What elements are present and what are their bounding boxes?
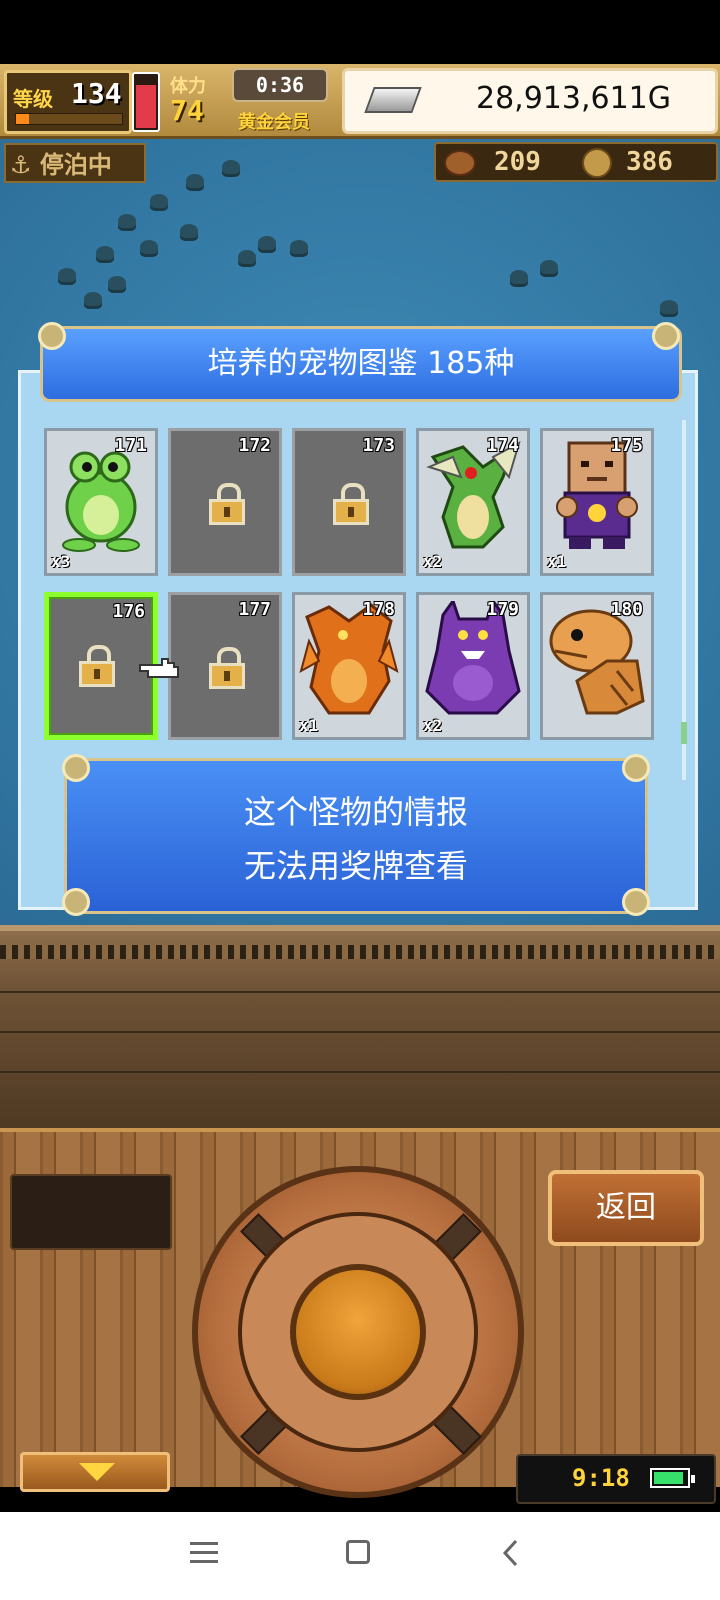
gold-amount: 28,913,611G xyxy=(475,81,671,116)
docked-status: ⚓ 停泊中 xyxy=(4,143,146,183)
pet-count: x2 xyxy=(423,552,443,571)
rock xyxy=(108,276,126,290)
pet-number: 171 xyxy=(114,435,147,456)
dpad-center-button[interactable] xyxy=(290,1264,426,1400)
rock xyxy=(660,300,678,314)
pet-number: 179 xyxy=(486,599,519,620)
rock xyxy=(180,224,198,238)
xp-bar xyxy=(15,113,123,125)
resource2-value: 386 xyxy=(626,147,673,177)
resource1-value: 209 xyxy=(494,147,541,177)
pet-card-175[interactable]: 175 x1 xyxy=(540,428,654,576)
pet-count: x2 xyxy=(423,716,443,735)
menu-icon[interactable] xyxy=(190,1542,218,1564)
empty-slot xyxy=(10,1174,172,1250)
rock xyxy=(150,194,168,208)
corner-ornament xyxy=(62,754,90,782)
corner-ornament xyxy=(652,322,680,350)
home-icon[interactable] xyxy=(346,1540,370,1564)
corner-ornament xyxy=(38,322,66,350)
food-icon xyxy=(444,150,476,176)
medal-icon xyxy=(582,148,612,178)
ship-plank xyxy=(0,1071,720,1073)
pet-card-174[interactable]: 174 x2 xyxy=(416,428,530,576)
pet-count: x3 xyxy=(51,552,71,571)
android-nav-bar xyxy=(0,1512,720,1600)
rock xyxy=(118,214,136,228)
battery-icon xyxy=(650,1468,695,1488)
corner-ornament xyxy=(62,888,90,916)
battery-tip xyxy=(691,1475,695,1483)
pet-card-172[interactable]: 172 xyxy=(168,428,282,576)
pet-card-180[interactable]: 180 xyxy=(540,592,654,740)
pet-count: x1 xyxy=(299,716,319,735)
status-bar xyxy=(0,0,720,64)
menu-toggle-button[interactable] xyxy=(20,1452,170,1492)
gold-panel[interactable]: 28,913,611G xyxy=(342,68,718,134)
rock xyxy=(258,236,276,250)
down-arrow-icon xyxy=(79,1463,115,1481)
pet-number: 177 xyxy=(238,599,271,620)
lock-icon xyxy=(333,483,369,525)
lock-icon xyxy=(79,645,115,687)
hp-gauge-fill xyxy=(136,84,156,128)
back-icon[interactable] xyxy=(500,1538,520,1568)
pet-number: 176 xyxy=(112,601,145,622)
corner-ornament xyxy=(622,754,650,782)
scrollbar-thumb[interactable] xyxy=(681,722,687,744)
pet-number: 178 xyxy=(362,599,395,620)
level-panel[interactable]: 等级 134 xyxy=(4,70,132,134)
directional-pad[interactable] xyxy=(192,1166,524,1498)
pet-number: 174 xyxy=(486,435,519,456)
hand-pointer-icon xyxy=(139,658,179,678)
membership-badge: 黄金会员 xyxy=(238,112,310,133)
xp-bar-fill xyxy=(16,114,29,124)
back-button[interactable]: 返回 xyxy=(548,1170,704,1246)
stamina-value: 74 xyxy=(170,94,204,127)
rock xyxy=(186,174,204,188)
info-line-1: 这个怪物的情报 xyxy=(243,793,468,831)
top-hud: 等级 134 体力 74 0:36 黄金会员 28,913,611G xyxy=(0,64,720,139)
rock xyxy=(96,246,114,260)
pet-number: 175 xyxy=(610,435,643,456)
ship-plank xyxy=(0,1031,720,1033)
lock-icon xyxy=(209,647,245,689)
monster-info-message: 这个怪物的情报 无法用奖牌查看 xyxy=(64,758,648,914)
battery-level xyxy=(654,1472,683,1484)
pet-number: 180 xyxy=(610,599,643,620)
rock xyxy=(290,240,308,254)
corner-ornament xyxy=(622,888,650,916)
rock xyxy=(84,292,102,306)
dialog-title-text: 培养的宠物图鉴 185种 xyxy=(207,346,515,381)
rock xyxy=(140,240,158,254)
ship-rail xyxy=(0,945,720,959)
level-value: 134 xyxy=(71,77,122,110)
rock xyxy=(222,160,240,174)
rock xyxy=(510,270,528,284)
info-line-2: 无法用奖牌查看 xyxy=(243,847,468,885)
stamina-timer: 0:36 xyxy=(232,68,328,102)
game-clock: 9:18 xyxy=(516,1454,716,1504)
docked-status-label: 停泊中 xyxy=(39,151,112,179)
lock-icon xyxy=(209,483,245,525)
pet-count: x1 xyxy=(547,552,567,571)
clock-time: 9:18 xyxy=(572,1464,630,1492)
pet-number: 173 xyxy=(362,435,395,456)
pet-card-171[interactable]: 171 x3 xyxy=(44,428,158,576)
rock xyxy=(540,260,558,274)
rock xyxy=(238,250,256,264)
pet-card-179[interactable]: 179 x2 xyxy=(416,592,530,740)
pet-card-173[interactable]: 173 xyxy=(292,428,406,576)
dialog-title: 培养的宠物图鉴 185种 xyxy=(40,326,682,402)
ship-plank xyxy=(0,991,720,993)
pet-card-177[interactable]: 177 xyxy=(168,592,282,740)
pet-number: 172 xyxy=(238,435,271,456)
level-label: 等级 xyxy=(13,87,53,111)
ship-hull xyxy=(0,925,720,1131)
pet-card-178[interactable]: 178 x1 xyxy=(292,592,406,740)
rock xyxy=(58,268,76,282)
silver-ingot-icon xyxy=(364,87,422,113)
hp-gauge xyxy=(132,72,160,132)
resource-panel: 209 386 xyxy=(434,142,718,182)
